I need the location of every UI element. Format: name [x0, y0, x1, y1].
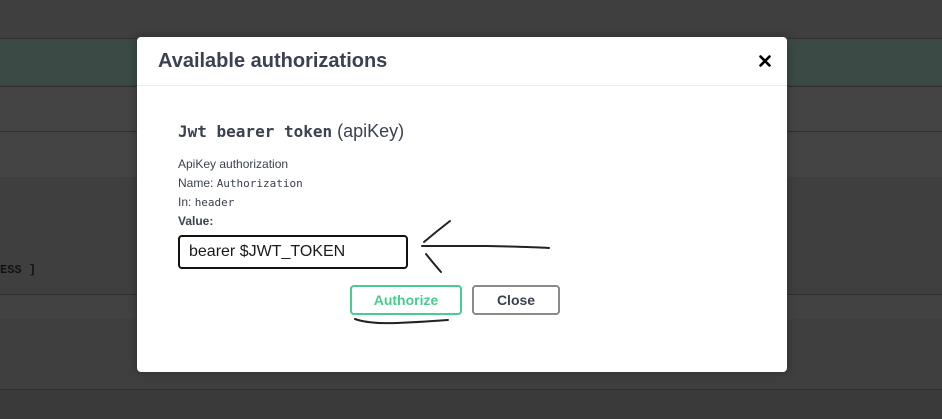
auth-scheme-type: (apiKey) — [337, 121, 405, 141]
value-label: Value: — [178, 214, 214, 228]
dialog-header: Available authorizations — [137, 37, 787, 86]
in-value: header — [194, 196, 235, 209]
close-icon[interactable] — [757, 51, 773, 69]
name-value: Authorization — [216, 177, 303, 190]
annotation-underline — [354, 318, 449, 325]
in-label: In: — [178, 195, 192, 209]
background-section — [0, 389, 942, 419]
auth-in-row: In: header — [178, 195, 234, 209]
background-code-fragment: ESS ] — [0, 263, 37, 277]
hand-drawn-annotations — [354, 220, 550, 325]
auth-scheme-name: Jwt bearer token — [178, 122, 333, 141]
auth-description: ApiKey authorization — [178, 157, 289, 171]
authorization-dialog: Available authorizations Jwt bearer toke… — [137, 37, 787, 372]
auth-scheme-heading: Jwt bearer token (apiKey) — [178, 121, 404, 142]
close-x-icon — [759, 55, 771, 67]
dialog-title: Available authorizations — [158, 50, 388, 72]
close-button[interactable]: Close — [472, 285, 560, 315]
annotation-arrow — [421, 220, 550, 273]
auth-name-row: Name: Authorization — [178, 176, 303, 190]
authorize-button[interactable]: Authorize — [350, 285, 462, 315]
api-key-value-input[interactable] — [178, 235, 408, 269]
name-label: Name: — [178, 176, 214, 190]
